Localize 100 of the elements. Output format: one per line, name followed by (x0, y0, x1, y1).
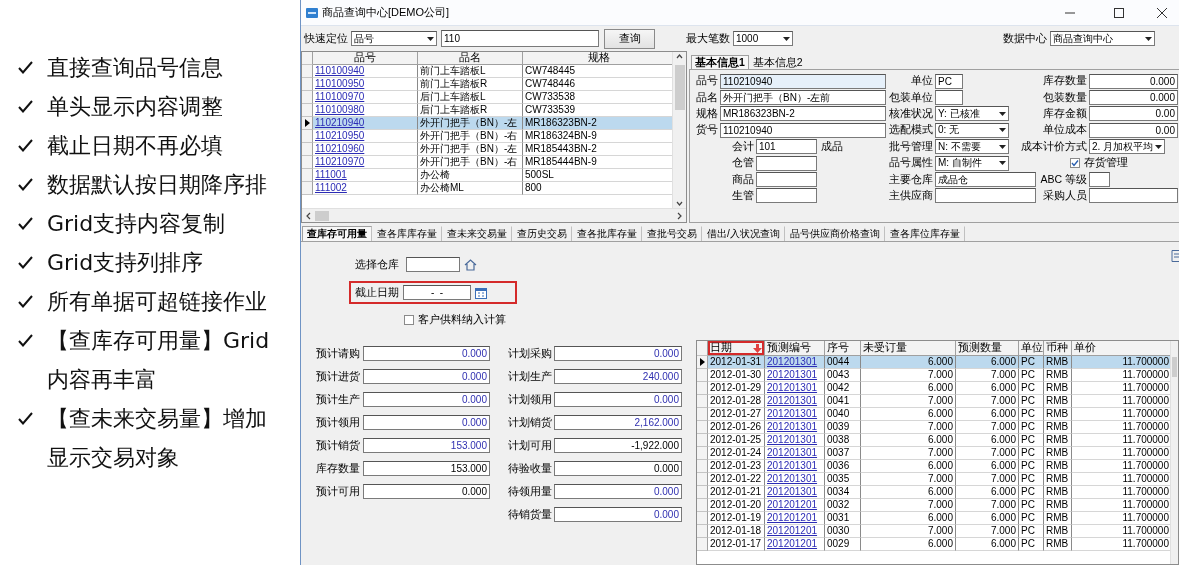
item-link[interactable]: 110210940 (313, 117, 418, 130)
input-field[interactable]: 0.000 (1089, 73, 1178, 89)
table-row[interactable]: 2012-01-20 201201201 0032 7.000 7.000 PC RMB 11.700000 (697, 499, 1170, 512)
document-link[interactable]: 201201201 (765, 525, 825, 538)
input-field[interactable]: 成品仓 (935, 172, 1036, 188)
document-link[interactable]: 201201301 (765, 447, 825, 460)
tab[interactable]: 查库存可用量 (302, 226, 372, 241)
column-header[interactable]: 品名 (418, 52, 523, 65)
document-link[interactable]: 201201301 (765, 460, 825, 473)
item-link[interactable]: 110210950 (313, 130, 418, 143)
quantity-field[interactable]: 240.000 (554, 369, 682, 384)
tab[interactable]: 查各库位库存量 (884, 226, 965, 241)
document-link[interactable]: 201201301 (765, 369, 825, 382)
search-field[interactable]: 110 (441, 30, 599, 47)
document-link[interactable]: 201201301 (765, 434, 825, 447)
document-link[interactable]: 201201301 (765, 421, 825, 434)
query-button[interactable]: 查询 (604, 28, 655, 49)
table-row[interactable]: 2012-01-24 201201301 0037 7.000 7.000 PC RMB 11.700000 (697, 447, 1170, 460)
table-row[interactable]: 2012-01-31 201201301 0044 6.000 6.000 PC RMB 11.700000 (697, 356, 1170, 369)
table-row[interactable]: 2012-01-23 201201301 0036 6.000 6.000 PC RMB 11.700000 (697, 460, 1170, 473)
column-header[interactable]: 品号 (313, 52, 418, 65)
table-row[interactable]: 2012-01-28 201201301 0041 7.000 7.000 PC RMB 11.700000 (697, 395, 1170, 408)
quantity-field[interactable]: 0.000 (554, 392, 682, 407)
tab[interactable]: 查各库库存量 (372, 226, 442, 241)
tab[interactable]: 基本信息2 (748, 55, 807, 69)
scroll-right-icon[interactable] (677, 211, 683, 220)
report-icon[interactable] (1171, 250, 1179, 262)
scrollbar[interactable] (302, 208, 686, 222)
dropdown[interactable]: 品号 (351, 31, 437, 46)
dropdown[interactable]: N: 不需要 (935, 139, 1009, 155)
table-row[interactable]: 2012-01-26 201201301 0039 7.000 7.000 PC RMB 11.700000 (697, 421, 1170, 434)
quantity-field[interactable]: 153.000 (363, 461, 490, 476)
table-row[interactable]: 110210940 外开门把手（BN）-左 MR186323BN-2 (302, 117, 672, 130)
quantity-field[interactable]: 0.000 (363, 369, 490, 384)
table-row[interactable]: 2012-01-21 201201301 0034 6.000 6.000 PC RMB 11.700000 (697, 486, 1170, 499)
input-field[interactable]: PC (935, 73, 963, 89)
quantity-field[interactable]: 0.000 (554, 346, 682, 361)
row-header[interactable] (697, 356, 708, 369)
item-link[interactable]: 111001 (313, 169, 418, 182)
dropdown[interactable]: M: 自制件 (935, 155, 1009, 171)
item-link[interactable]: 110100950 (313, 78, 418, 91)
input-field[interactable] (935, 188, 1036, 204)
input-field[interactable]: 外开门把手（BN）-左前 (720, 90, 886, 106)
input-field[interactable]: 0.00 (1089, 106, 1178, 122)
document-link[interactable]: 201201301 (765, 356, 825, 369)
table-row[interactable]: 2012-01-19 201201201 0031 6.000 6.000 PC RMB 11.700000 (697, 512, 1170, 525)
tab[interactable]: 基本信息1 (691, 55, 749, 69)
tab[interactable]: 查历史交易 (512, 226, 572, 241)
dropdown[interactable]: 0: 无 (935, 122, 1009, 138)
document-link[interactable]: 201201301 (765, 486, 825, 499)
table-row[interactable]: 2012-01-29 201201301 0042 6.000 6.000 PC RMB 11.700000 (697, 382, 1170, 395)
dropdown[interactable]: 2. 月加权平均 (1089, 139, 1165, 155)
input-field[interactable]: 110210940 (720, 73, 886, 89)
quantity-field[interactable]: 0.000 (554, 484, 682, 499)
input-field[interactable] (756, 172, 817, 188)
input-field[interactable] (1089, 188, 1178, 204)
dropdown[interactable]: Y: 已核准 (935, 106, 1009, 122)
document-link[interactable]: 201201201 (765, 499, 825, 512)
tab[interactable]: 借出/入状况查询 (702, 226, 785, 241)
quantity-field[interactable]: 153.000 (363, 438, 490, 453)
scroll-thumb[interactable] (315, 210, 329, 221)
input-field[interactable]: 101 (756, 139, 817, 155)
document-link[interactable]: 201201301 (765, 408, 825, 421)
quantity-field[interactable]: 0.000 (363, 484, 490, 499)
input-field[interactable] (935, 90, 963, 106)
scroll-thumb[interactable] (1172, 357, 1177, 377)
quantity-field[interactable]: 0.000 (363, 415, 490, 430)
input-field[interactable]: 0.000 (1089, 90, 1178, 106)
home-icon[interactable] (464, 258, 477, 271)
item-link[interactable]: 110210970 (313, 156, 418, 169)
dropdown[interactable]: 商品查询中心 (1050, 31, 1155, 46)
row-header[interactable] (302, 117, 313, 130)
quantity-field[interactable]: 0.000 (554, 507, 682, 522)
item-link[interactable]: 111002 (313, 182, 418, 195)
input-field[interactable]: MR186323BN-2 (720, 106, 886, 122)
column-header[interactable]: 日期 (708, 341, 765, 356)
quantity-field[interactable]: 2,162.000 (554, 415, 682, 430)
document-link[interactable]: 201201301 (765, 395, 825, 408)
table-row[interactable]: 2012-01-25 201201301 0038 6.000 6.000 PC RMB 11.700000 (697, 434, 1170, 447)
tab[interactable]: 查批号交易 (642, 226, 702, 241)
input-field[interactable]: 0.00 (1089, 122, 1178, 138)
calendar-icon[interactable] (475, 286, 487, 299)
document-link[interactable]: 201201201 (765, 538, 825, 551)
item-link[interactable]: 110100970 (313, 91, 418, 104)
table-row[interactable]: 2012-01-17 201201201 0029 6.000 6.000 PC RMB 11.700000 (697, 538, 1170, 551)
scrollbar[interactable] (672, 52, 686, 208)
document-link[interactable]: 201201301 (765, 382, 825, 395)
document-link[interactable]: 201201201 (765, 512, 825, 525)
scroll-thumb[interactable] (674, 65, 685, 110)
checkbox[interactable] (1070, 158, 1080, 169)
quantity-field[interactable]: 0.000 (363, 392, 490, 407)
date-field[interactable]: - - (403, 285, 471, 300)
input-field[interactable] (406, 257, 460, 272)
checkbox[interactable] (404, 315, 414, 325)
input-field[interactable] (1089, 172, 1110, 188)
document-link[interactable]: 201201301 (765, 473, 825, 486)
item-link[interactable]: 110210960 (313, 143, 418, 156)
quantity-field[interactable]: 0.000 (363, 346, 490, 361)
table-row[interactable]: 2012-01-18 201201201 0030 7.000 7.000 PC RMB 11.700000 (697, 525, 1170, 538)
dropdown[interactable]: 1000 (733, 31, 793, 46)
